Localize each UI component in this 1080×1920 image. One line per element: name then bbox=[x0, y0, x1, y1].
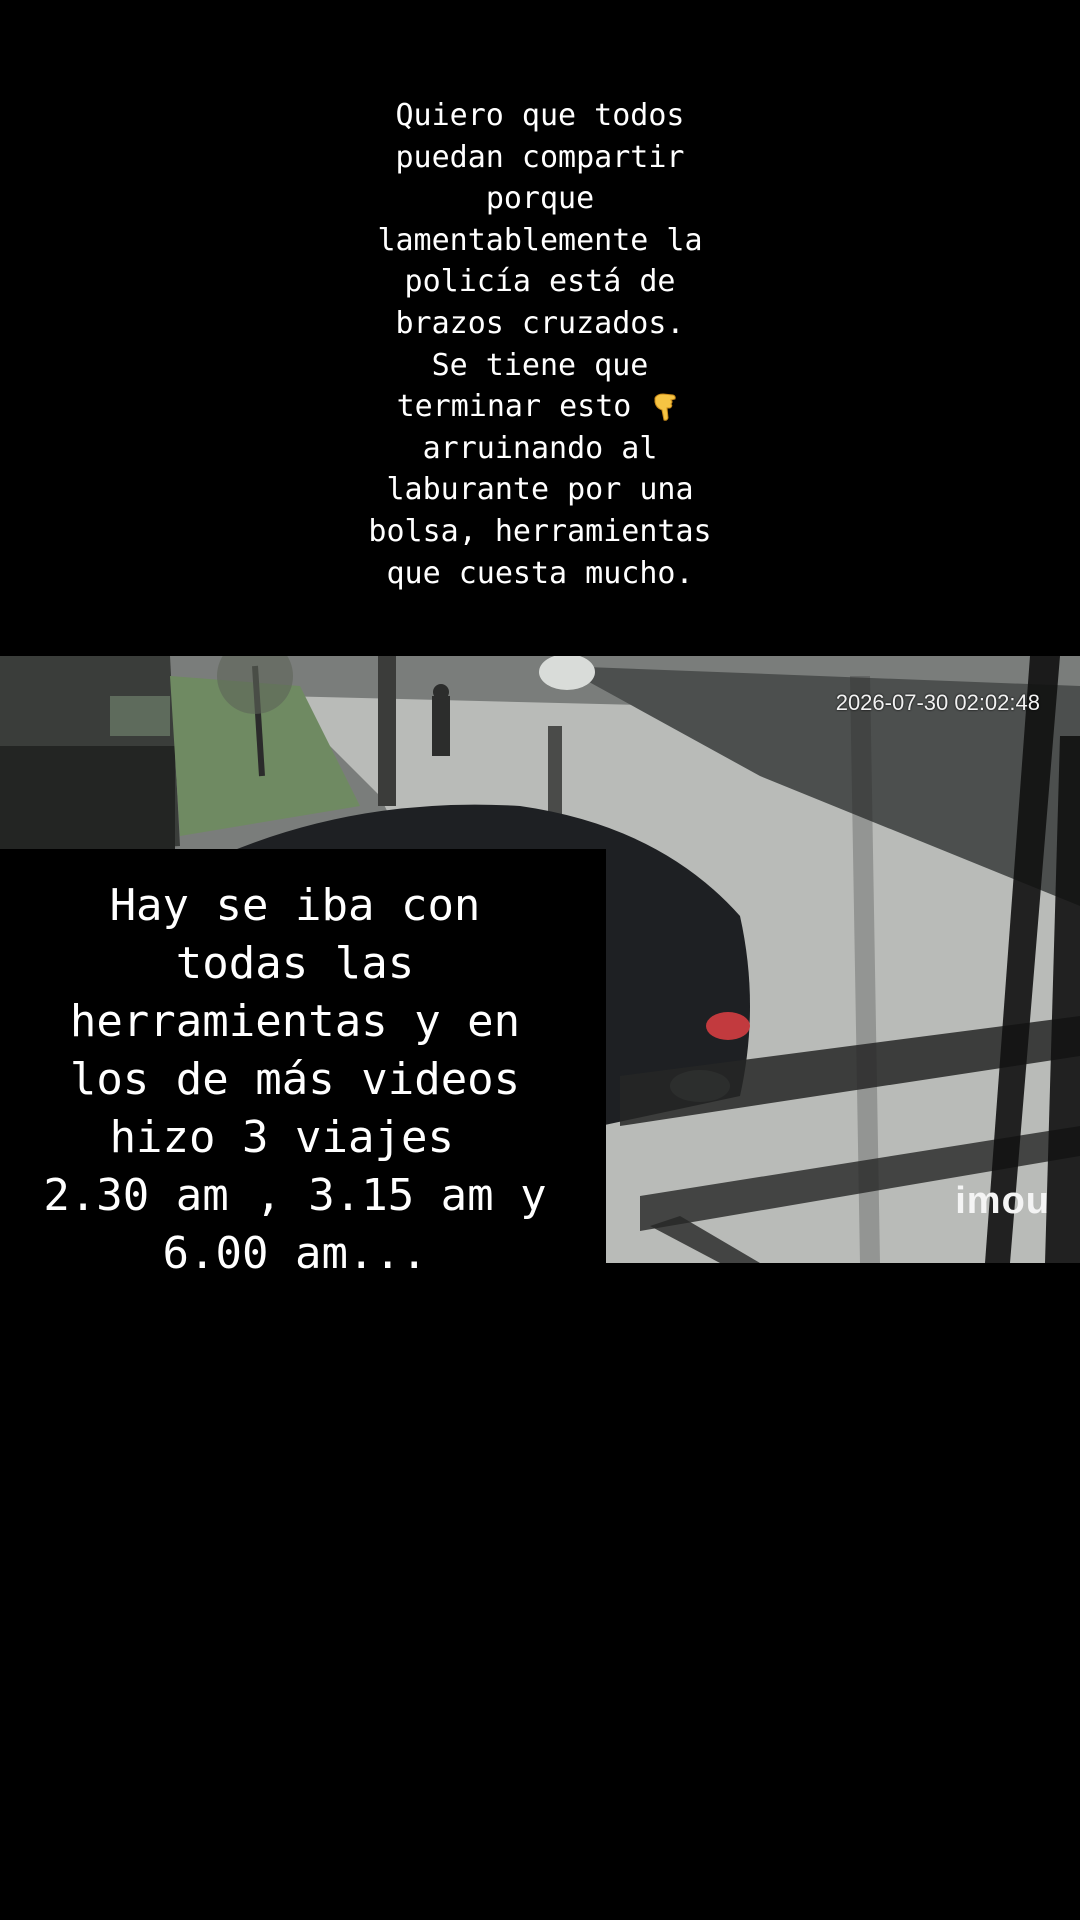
camera-brand-logo: imou bbox=[955, 1180, 1050, 1222]
top-caption-line: laburante por una bbox=[386, 472, 694, 508]
top-caption-line: que cuesta mucho. bbox=[386, 555, 694, 591]
bottom-caption: Hay se iba con todas las herramientas y … bbox=[0, 877, 590, 1283]
top-caption-line: Quiero que todos bbox=[395, 98, 685, 133]
top-caption-line: policía está de bbox=[404, 264, 676, 300]
top-caption-line: brazos cruzados. bbox=[395, 305, 685, 341]
bottom-caption-line: hizo 3 viajes bbox=[109, 1112, 481, 1163]
bottom-caption-line: los de más videos bbox=[69, 1054, 521, 1105]
top-caption-line: bolsa, herramientas bbox=[368, 513, 712, 549]
pointing-down-hand-icon bbox=[654, 393, 677, 421]
bottom-caption-line: 2.30 am , 3.15 am y bbox=[43, 1170, 547, 1221]
top-caption: Quiero que todos puedan compartir porque… bbox=[330, 95, 750, 594]
top-caption-line: puedan compartir bbox=[395, 139, 685, 175]
top-caption-line: Se tiene que bbox=[431, 347, 649, 383]
bottom-caption-line: 6.00 am... bbox=[162, 1228, 428, 1279]
top-caption-line: lamentablemente la bbox=[377, 222, 703, 258]
top-caption-line: porque bbox=[485, 181, 595, 217]
bottom-caption-line: herramientas y en bbox=[69, 996, 521, 1047]
top-caption-line: arruinando al bbox=[422, 430, 658, 466]
bottom-caption-line: todas las bbox=[175, 938, 415, 989]
bottom-caption-line: Hay se iba con bbox=[109, 880, 481, 931]
video-timestamp: 2026-07-30 02:02:48 bbox=[835, 690, 1040, 715]
top-caption-line: terminar esto bbox=[396, 389, 632, 425]
top-caption-line-with-emoji: terminar esto bbox=[330, 386, 750, 428]
